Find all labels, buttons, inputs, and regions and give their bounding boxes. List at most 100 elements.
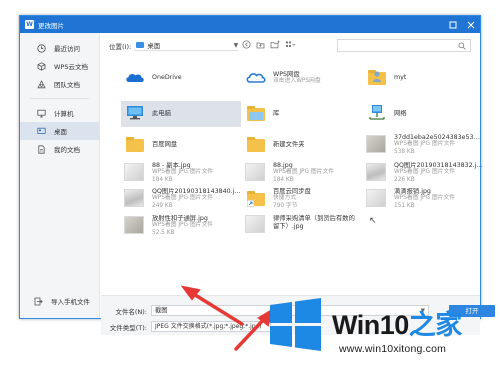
file-name: 百度网盘	[152, 141, 178, 149]
list-item[interactable]: QQ图片20190318143832.jpg WPS看图 JPG 图片文件 226 …	[363, 160, 483, 186]
list-item[interactable]: WPS网盘 双击进入WPS网盘	[242, 65, 362, 91]
sidebar-item-desktop[interactable]: 桌面	[20, 122, 99, 140]
location-value: 桌面	[147, 42, 161, 50]
file-name: 新建文件夹	[273, 141, 305, 149]
new-folder-icon[interactable]	[270, 40, 280, 51]
folder-icon	[124, 135, 146, 155]
list-item[interactable]: 88.jpg WPS看图 JPG 图片文件 184 KB	[242, 160, 362, 186]
list-item[interactable]: 放射性和子通屏.jpg WPS看图 JPG 图片文件 52.5 KB	[121, 213, 241, 239]
list-item[interactable]: 律师采购清单（到货后有数的留下）.jpg	[242, 213, 362, 243]
location-dropdown[interactable]: 桌面 ▼	[134, 40, 239, 51]
sidebar-item-label: WPS云文档	[54, 63, 88, 71]
team-icon	[37, 79, 46, 89]
import-phone-files-label: 导入手机文件	[51, 298, 90, 306]
folder-icon	[245, 135, 267, 155]
network-icon	[366, 104, 388, 124]
file-size: 790 字节	[273, 202, 298, 209]
image-thumbnail	[124, 163, 146, 183]
shortcut-icon	[245, 189, 267, 209]
list-item[interactable]: 网络	[363, 101, 483, 127]
list-item[interactable]: myt	[363, 65, 483, 91]
file-size: 226 KB	[394, 176, 415, 183]
import-phone-files-button[interactable]: 导入手机文件	[20, 292, 99, 310]
file-type: WPS看图 JPG 图片文件	[394, 141, 456, 148]
watermark-title: Win10之家	[332, 303, 462, 342]
sidebar-item-my-documents[interactable]: 我的文档	[20, 140, 99, 158]
file-size: 184 KB	[273, 176, 294, 183]
filetype-value: JPEG 文件交换格式(*.jpg;*.jpeg;*.jpe)	[155, 323, 262, 330]
windows-logo-icon	[270, 298, 321, 351]
image-thumbnail	[366, 135, 388, 155]
sidebar-item-recent[interactable]: 最近访问	[20, 39, 99, 57]
list-item[interactable]: OneDrive	[121, 65, 241, 91]
image-thumbnail	[245, 163, 267, 183]
file-size: 249 KB	[152, 202, 173, 209]
search-input[interactable]	[337, 39, 471, 52]
watermark-brand-zhi: 之家	[408, 310, 463, 340]
dialog-title: 更改图片	[38, 21, 64, 30]
sidebar-item-label: 计算机	[54, 110, 74, 118]
sidebar-item-computer[interactable]: 计算机	[20, 104, 99, 122]
sidebar-divider	[30, 98, 89, 99]
import-icon	[34, 297, 43, 306]
list-item[interactable]: QQ图片20190318143840.jpg WPS看图 JPG 图片文件 249 …	[121, 186, 241, 212]
file-type: WPS看图 JPG 图片文件	[152, 169, 214, 176]
mouse-cursor-icon: ↖	[369, 216, 377, 226]
sidebar-item-wps-cloud[interactable]: WPS云文档	[20, 57, 99, 75]
up-folder-icon[interactable]	[256, 40, 265, 51]
title-bar: W 更改图片	[20, 16, 480, 33]
close-icon[interactable]	[462, 16, 480, 33]
library-icon	[245, 104, 267, 124]
sidebar-item-label: 桌面	[54, 128, 67, 136]
cube-icon	[37, 61, 46, 71]
image-thumbnail	[124, 189, 146, 209]
filetype-select[interactable]: JPEG 文件交换格式(*.jpg;*.jpeg;*.jpe)	[151, 321, 271, 332]
watermark-brand-win: Win10	[332, 310, 409, 340]
file-name: OneDrive	[152, 74, 182, 82]
view-menu-icon[interactable]	[285, 40, 296, 51]
file-type: WPS看图 JPG 图片文件	[273, 169, 335, 176]
toolbar: 位置(I): 桌面 ▼	[101, 33, 480, 58]
filename-label: 文件名(N):	[115, 307, 147, 316]
clock-icon	[37, 43, 46, 53]
image-thumbnail	[124, 216, 146, 236]
filetype-label: 文件类型(T):	[109, 323, 147, 332]
onedrive-icon	[124, 68, 146, 88]
file-size: 538 KB	[394, 148, 415, 155]
restore-icon[interactable]	[444, 16, 462, 33]
list-item[interactable]: 百度云同步盘 快捷方式 790 字节	[242, 186, 362, 212]
list-item[interactable]: 库	[242, 101, 362, 127]
list-item-selected[interactable]: 此电脑	[121, 101, 241, 127]
desktop-folder-icon	[136, 42, 145, 48]
change-picture-dialog: W 更改图片 最近访问 WPS云文档 团队文档 计算机 桌面 我的文档 导入手机…	[19, 15, 495, 335]
user-folder-icon	[366, 68, 388, 88]
chevron-down-icon: ▼	[233, 41, 239, 49]
search-icon	[458, 41, 466, 50]
list-item[interactable]: 滴滴报销.jpg WPS看图 JPG 图片文件 151 KB	[363, 186, 483, 212]
file-type: WPS看图 JPG 图片文件	[394, 169, 456, 176]
file-name: 此电脑	[152, 110, 171, 118]
sidebar-item-label: 团队文档	[54, 81, 80, 89]
file-type: WPS看图 JPG 图片文件	[394, 195, 456, 202]
sidebar-item-label: 我的文档	[54, 146, 80, 154]
desktop-icon	[37, 127, 46, 136]
list-item[interactable]: 37dd1eba2e5024383e5306f9...WPS看图 JPG 图片文…	[363, 132, 483, 158]
file-name: myt	[394, 74, 407, 82]
image-thumbnail	[366, 189, 388, 209]
file-name: WPS网盘	[273, 70, 300, 78]
file-type: WPS看图 JPG 图片文件	[152, 195, 214, 202]
list-item[interactable]: 百度网盘	[121, 132, 241, 158]
file-type: 快捷方式	[273, 195, 297, 202]
list-item[interactable]: 88 - 副本.jpg WPS看图 JPG 图片文件 184 KB	[121, 160, 241, 186]
location-label: 位置(I):	[109, 42, 132, 51]
this-pc-icon	[124, 104, 146, 124]
list-item[interactable]: 新建文件夹	[242, 132, 362, 158]
sidebar-item-team-docs[interactable]: 团队文档	[20, 75, 99, 93]
image-thumbnail	[245, 215, 267, 235]
back-icon[interactable]	[242, 40, 251, 51]
sidebar-item-label: 最近访问	[54, 45, 80, 53]
file-grid: OneDrive WPS网盘 双击进入WPS网盘 myt 此电脑 库 网络 百度…	[101, 58, 483, 285]
file-type: 双击进入WPS网盘	[273, 78, 321, 84]
file-size: 52.5 KB	[152, 229, 175, 236]
file-name: 网络	[394, 110, 407, 118]
